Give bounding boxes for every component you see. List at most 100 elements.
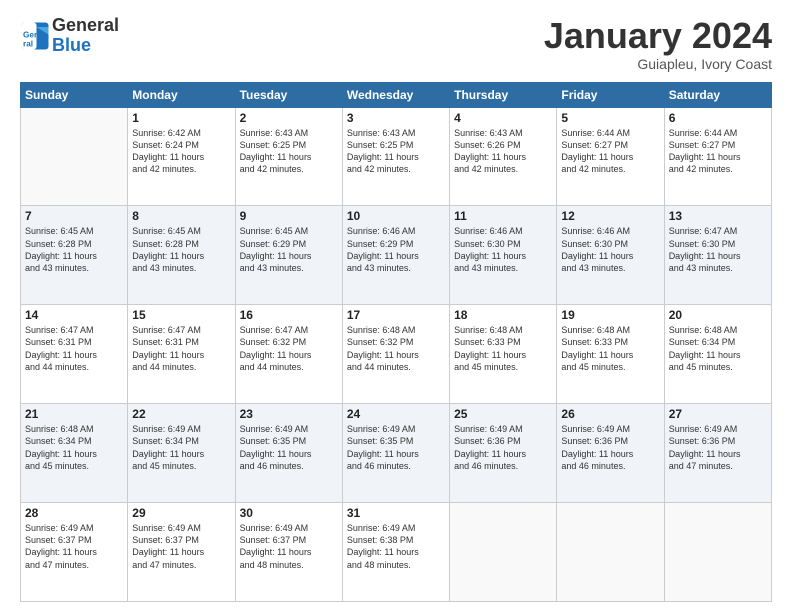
cell-info: Sunrise: 6:42 AM Sunset: 6:24 PM Dayligh… bbox=[132, 127, 230, 176]
day-number: 28 bbox=[25, 506, 123, 520]
day-header-monday: Monday bbox=[128, 82, 235, 107]
cell-info: Sunrise: 6:48 AM Sunset: 6:33 PM Dayligh… bbox=[561, 324, 659, 373]
cell-info: Sunrise: 6:49 AM Sunset: 6:36 PM Dayligh… bbox=[561, 423, 659, 472]
day-number: 5 bbox=[561, 111, 659, 125]
table-row: 13 Sunrise: 6:47 AM Sunset: 6:30 PM Dayli… bbox=[664, 206, 771, 305]
cell-info: Sunrise: 6:47 AM Sunset: 6:31 PM Dayligh… bbox=[132, 324, 230, 373]
logo-general: General bbox=[52, 15, 119, 35]
table-row: 5 Sunrise: 6:44 AM Sunset: 6:27 PM Daylig… bbox=[557, 107, 664, 206]
page: Gene ral General Blue January 2024 Guiap… bbox=[0, 0, 792, 612]
day-number: 7 bbox=[25, 209, 123, 223]
logo-icon: Gene ral bbox=[20, 21, 50, 51]
day-number: 6 bbox=[669, 111, 767, 125]
cell-info: Sunrise: 6:44 AM Sunset: 6:27 PM Dayligh… bbox=[561, 127, 659, 176]
cell-info: Sunrise: 6:49 AM Sunset: 6:37 PM Dayligh… bbox=[240, 522, 338, 571]
calendar-title: January 2024 bbox=[544, 16, 772, 56]
day-number: 23 bbox=[240, 407, 338, 421]
logo-text: General Blue bbox=[52, 16, 119, 56]
cell-info: Sunrise: 6:43 AM Sunset: 6:26 PM Dayligh… bbox=[454, 127, 552, 176]
cell-info: Sunrise: 6:49 AM Sunset: 6:34 PM Dayligh… bbox=[132, 423, 230, 472]
cell-info: Sunrise: 6:46 AM Sunset: 6:30 PM Dayligh… bbox=[561, 225, 659, 274]
day-number: 16 bbox=[240, 308, 338, 322]
day-number: 2 bbox=[240, 111, 338, 125]
table-row: 8Sunrise: 6:45 AM Sunset: 6:28 PM Daylig… bbox=[128, 206, 235, 305]
svg-text:ral: ral bbox=[23, 39, 33, 48]
table-row: 7 Sunrise: 6:45 AM Sunset: 6:28 PM Daylig… bbox=[21, 206, 128, 305]
day-header-thursday: Thursday bbox=[450, 82, 557, 107]
table-row: 20 Sunrise: 6:48 AM Sunset: 6:34 PM Dayli… bbox=[664, 305, 771, 404]
table-row: 25 Sunrise: 6:49 AM Sunset: 6:36 PM Dayli… bbox=[450, 404, 557, 503]
header: Gene ral General Blue January 2024 Guiap… bbox=[20, 16, 772, 72]
table-row: 26Sunrise: 6:49 AM Sunset: 6:36 PM Dayli… bbox=[557, 404, 664, 503]
table-row: 30 Sunrise: 6:49 AM Sunset: 6:37 PM Dayli… bbox=[235, 503, 342, 602]
day-number: 13 bbox=[669, 209, 767, 223]
cell-info: Sunrise: 6:44 AM Sunset: 6:27 PM Dayligh… bbox=[669, 127, 767, 176]
table-row: 14 Sunrise: 6:47 AM Sunset: 6:31 PM Dayli… bbox=[21, 305, 128, 404]
table-row: 31 Sunrise: 6:49 AM Sunset: 6:38 PM Dayli… bbox=[342, 503, 449, 602]
logo: Gene ral General Blue bbox=[20, 16, 119, 56]
table-row: 23Sunrise: 6:49 AM Sunset: 6:35 PM Dayli… bbox=[235, 404, 342, 503]
day-number: 10 bbox=[347, 209, 445, 223]
cell-info: Sunrise: 6:47 AM Sunset: 6:30 PM Dayligh… bbox=[669, 225, 767, 274]
day-number: 30 bbox=[240, 506, 338, 520]
day-number: 19 bbox=[561, 308, 659, 322]
cell-info: Sunrise: 6:43 AM Sunset: 6:25 PM Dayligh… bbox=[240, 127, 338, 176]
day-number: 8 bbox=[132, 209, 230, 223]
cell-info: Sunrise: 6:45 AM Sunset: 6:29 PM Dayligh… bbox=[240, 225, 338, 274]
day-number: 12 bbox=[561, 209, 659, 223]
table-row: 16Sunrise: 6:47 AM Sunset: 6:32 PM Dayli… bbox=[235, 305, 342, 404]
table-row: 3 Sunrise: 6:43 AM Sunset: 6:25 PM Daylig… bbox=[342, 107, 449, 206]
cell-info: Sunrise: 6:46 AM Sunset: 6:29 PM Dayligh… bbox=[347, 225, 445, 274]
day-header-wednesday: Wednesday bbox=[342, 82, 449, 107]
table-row: 29Sunrise: 6:49 AM Sunset: 6:37 PM Dayli… bbox=[128, 503, 235, 602]
cell-info: Sunrise: 6:43 AM Sunset: 6:25 PM Dayligh… bbox=[347, 127, 445, 176]
table-row: 22 Sunrise: 6:49 AM Sunset: 6:34 PM Dayli… bbox=[128, 404, 235, 503]
day-number: 31 bbox=[347, 506, 445, 520]
day-header-saturday: Saturday bbox=[664, 82, 771, 107]
calendar-subtitle: Guiapleu, Ivory Coast bbox=[544, 56, 772, 72]
calendar-table: SundayMondayTuesdayWednesdayThursdayFrid… bbox=[20, 82, 772, 602]
table-row: 18Sunrise: 6:48 AM Sunset: 6:33 PM Dayli… bbox=[450, 305, 557, 404]
svg-text:Gene: Gene bbox=[23, 30, 44, 39]
cell-info: Sunrise: 6:49 AM Sunset: 6:36 PM Dayligh… bbox=[454, 423, 552, 472]
logo-blue: Blue bbox=[52, 35, 91, 55]
cell-info: Sunrise: 6:48 AM Sunset: 6:34 PM Dayligh… bbox=[25, 423, 123, 472]
cell-info: Sunrise: 6:48 AM Sunset: 6:34 PM Dayligh… bbox=[669, 324, 767, 373]
table-row: 6 Sunrise: 6:44 AM Sunset: 6:27 PM Daylig… bbox=[664, 107, 771, 206]
table-row bbox=[21, 107, 128, 206]
table-row: 11 Sunrise: 6:46 AM Sunset: 6:30 PM Dayli… bbox=[450, 206, 557, 305]
table-row: 1Sunrise: 6:42 AM Sunset: 6:24 PM Daylig… bbox=[128, 107, 235, 206]
table-row: 9 Sunrise: 6:45 AM Sunset: 6:29 PM Daylig… bbox=[235, 206, 342, 305]
day-number: 21 bbox=[25, 407, 123, 421]
table-row bbox=[664, 503, 771, 602]
day-number: 22 bbox=[132, 407, 230, 421]
cell-info: Sunrise: 6:48 AM Sunset: 6:33 PM Dayligh… bbox=[454, 324, 552, 373]
day-header-sunday: Sunday bbox=[21, 82, 128, 107]
day-number: 17 bbox=[347, 308, 445, 322]
cell-info: Sunrise: 6:49 AM Sunset: 6:37 PM Dayligh… bbox=[25, 522, 123, 571]
cell-info: Sunrise: 6:47 AM Sunset: 6:31 PM Dayligh… bbox=[25, 324, 123, 373]
day-number: 3 bbox=[347, 111, 445, 125]
day-number: 14 bbox=[25, 308, 123, 322]
table-row bbox=[557, 503, 664, 602]
table-row: 27 Sunrise: 6:49 AM Sunset: 6:36 PM Dayli… bbox=[664, 404, 771, 503]
cell-info: Sunrise: 6:46 AM Sunset: 6:30 PM Dayligh… bbox=[454, 225, 552, 274]
day-number: 20 bbox=[669, 308, 767, 322]
cell-info: Sunrise: 6:45 AM Sunset: 6:28 PM Dayligh… bbox=[25, 225, 123, 274]
day-number: 4 bbox=[454, 111, 552, 125]
day-number: 9 bbox=[240, 209, 338, 223]
cell-info: Sunrise: 6:49 AM Sunset: 6:38 PM Dayligh… bbox=[347, 522, 445, 571]
day-number: 11 bbox=[454, 209, 552, 223]
day-number: 29 bbox=[132, 506, 230, 520]
cell-info: Sunrise: 6:49 AM Sunset: 6:36 PM Dayligh… bbox=[669, 423, 767, 472]
day-number: 24 bbox=[347, 407, 445, 421]
day-number: 15 bbox=[132, 308, 230, 322]
table-row: 10 Sunrise: 6:46 AM Sunset: 6:29 PM Dayli… bbox=[342, 206, 449, 305]
table-row: 21 Sunrise: 6:48 AM Sunset: 6:34 PM Dayli… bbox=[21, 404, 128, 503]
table-row bbox=[450, 503, 557, 602]
cell-info: Sunrise: 6:48 AM Sunset: 6:32 PM Dayligh… bbox=[347, 324, 445, 373]
day-header-friday: Friday bbox=[557, 82, 664, 107]
title-block: January 2024 Guiapleu, Ivory Coast bbox=[544, 16, 772, 72]
day-number: 27 bbox=[669, 407, 767, 421]
day-number: 25 bbox=[454, 407, 552, 421]
